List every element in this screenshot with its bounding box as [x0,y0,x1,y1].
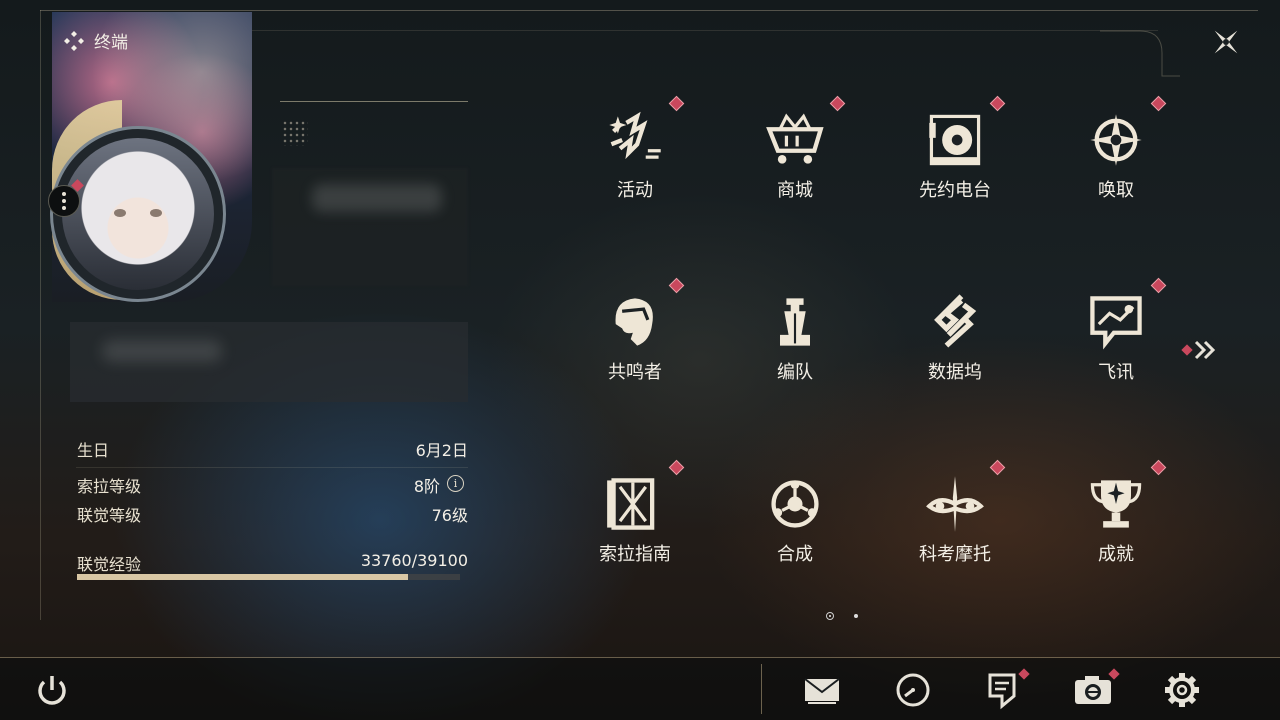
exp-bar-fill [77,574,408,580]
avatar-eyes [114,209,162,217]
menu-item[interactable]: 科考摩托 [875,436,1035,586]
chess-team-icon [780,298,810,346]
menu-item-badge [829,95,846,112]
menu-item[interactable]: 数据坞 [875,254,1035,404]
page-dot[interactable] [854,614,858,618]
menu-item-label: 编队 [777,362,813,383]
bottom-bar-separator [761,664,762,714]
menu-item-label: 活动 [617,180,653,201]
blurred-name [312,184,442,212]
menu-item[interactable]: 合成 [715,436,875,586]
menu-item[interactable]: 飞讯 [1036,254,1196,404]
blurred-signature-panel [70,322,468,402]
union-exp-label: 联觉经验 [77,555,142,574]
menu-item-label: 飞讯 [1098,362,1134,383]
mail-icon [804,678,840,704]
camera-button[interactable] [1073,668,1120,710]
mail-button[interactable] [802,670,842,710]
menu-item-label: 成就 [1098,544,1134,565]
guide-book-icon [607,478,655,530]
radio-disc-icon [929,114,981,166]
dot-pattern [282,120,308,146]
synthesis-icon [771,480,819,528]
menu-item[interactable]: 唤取 [1036,72,1196,222]
menu-item-badge [1150,95,1167,112]
menu-item-badge [1150,277,1167,294]
menu-item-label: 索拉指南 [599,544,671,565]
menu-item-badge [668,95,685,112]
union-exp-value: 33760/39100 [360,551,468,570]
birthday-label: 生日 [77,441,110,460]
menu-item-badge [989,95,1006,112]
sol-rank-value: 8阶 [413,477,440,496]
camera-icon [1075,676,1111,704]
menu-item-label: 数据坞 [928,362,982,383]
menu-item[interactable]: 共鸣者 [555,254,715,404]
frame-top-line [40,10,1258,11]
next-page-button[interactable] [1180,338,1224,362]
menu-item-badge [989,459,1006,476]
resonator-head-icon [615,298,653,346]
menu-item[interactable]: 商城 [715,72,875,222]
menu-item-label: 先约电台 [919,180,991,201]
menu-item-label: 合成 [777,544,813,565]
row-divider [76,467,468,468]
clock-gauge-icon [896,673,930,707]
menu-item-badge [1150,459,1167,476]
page-title-text: 终端 [94,33,128,53]
page-indicator [826,612,858,620]
sol-rank-label: 索拉等级 [77,477,142,496]
page-title: 终端 [62,28,128,53]
page-dot-active[interactable] [826,612,834,620]
close-star-icon [1214,30,1238,54]
bottom-bar-line [0,657,1280,658]
close-button[interactable] [1208,24,1244,60]
shop-cart-icon [766,113,824,164]
settings-gear-icon [1165,673,1199,707]
menu-item[interactable]: 先约电台 [875,72,1035,222]
menu-item-label: 唤取 [1098,180,1134,201]
menu-item-label: 科考摩托 [919,544,991,565]
frame-left-line [40,10,41,620]
trophy-icon [1090,480,1142,528]
info-icon[interactable]: i [447,475,464,492]
menu-item[interactable]: 成就 [1036,436,1196,586]
data-dock-icon [934,294,977,348]
power-icon [38,676,66,705]
divider [280,101,468,102]
blurred-signature [102,340,222,362]
settings-button[interactable] [1162,670,1202,710]
menu-item[interactable]: 活动 [555,72,715,222]
motorcycle-icon [926,476,984,532]
power-button[interactable] [32,670,72,710]
notice-button[interactable] [982,668,1030,710]
birthday-value: 6月2日 [415,441,468,460]
menu-item-badge [668,277,685,294]
double-chevron-right-icon [1181,340,1216,360]
activity-sparkle-icon [609,111,661,160]
message-chat-icon [1090,296,1142,350]
menu-item-label: 共鸣者 [608,362,662,383]
notice-icon [988,673,1016,710]
menu-item[interactable]: 编队 [715,254,875,404]
menu-item[interactable]: 索拉指南 [555,436,715,586]
union-level-label: 联觉等级 [77,506,142,525]
menu-item-badge [668,459,685,476]
four-diamond-icon [64,30,84,51]
clock-button[interactable] [893,670,933,710]
menu-item-label: 商城 [777,180,813,201]
union-level-value: 76级 [431,506,468,525]
compass-star-icon [1090,114,1142,166]
